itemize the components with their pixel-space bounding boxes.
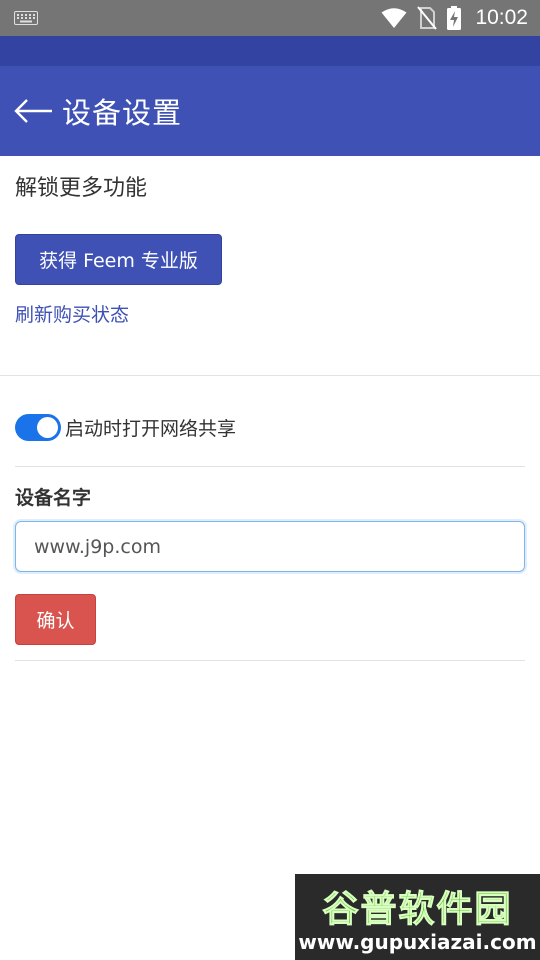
- status-bar: 10:02: [0, 0, 540, 36]
- toggle-divider: [15, 466, 525, 467]
- startup-share-toggle[interactable]: [15, 414, 61, 441]
- device-name-input[interactable]: [15, 521, 525, 572]
- toggle-knob: [37, 417, 58, 438]
- no-sim-icon: [417, 6, 438, 30]
- wifi-icon: [381, 8, 407, 28]
- startup-share-label: 启动时打开网络共享: [65, 418, 237, 440]
- watermark-title: 谷普软件园: [322, 889, 513, 931]
- confirm-button[interactable]: 确认: [15, 594, 96, 645]
- status-time: 10:02: [475, 6, 528, 29]
- device-name-label: 设备名字: [15, 487, 92, 509]
- keyboard-icon: [14, 11, 38, 25]
- refresh-purchase-link[interactable]: 刷新购买状态: [15, 300, 129, 327]
- bottom-divider: [15, 660, 525, 661]
- unlock-heading: 解锁更多功能: [15, 176, 148, 201]
- page-title: 设备设置: [62, 96, 183, 130]
- watermark-logo: 谷普软件园 www.gupuxiazai.com: [295, 874, 540, 960]
- arrow-left-icon: [14, 99, 52, 123]
- back-button[interactable]: [8, 86, 58, 136]
- watermark-url: www.gupuxiazai.com: [298, 930, 537, 954]
- startup-share-row: 启动时打开网络共享: [15, 414, 236, 441]
- get-pro-button[interactable]: 获得 Feem 专业版: [15, 234, 222, 285]
- battery-charging-icon: [447, 6, 462, 30]
- section-divider: [0, 375, 540, 376]
- app-bar: 设备设置: [0, 66, 540, 156]
- app-bar-strip: [0, 36, 540, 66]
